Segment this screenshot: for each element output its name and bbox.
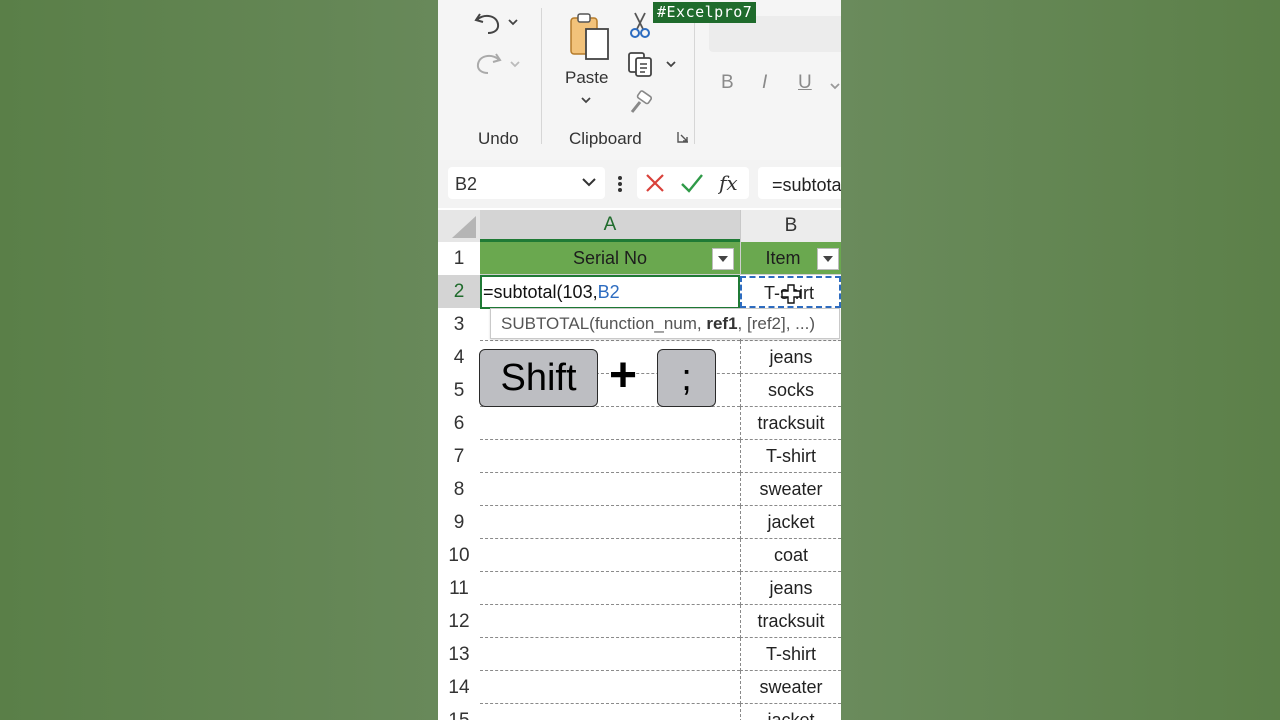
underline-button[interactable]: U [798, 72, 812, 94]
row-header-11[interactable]: 11 [438, 572, 480, 605]
formula-reference: B2 [597, 282, 620, 302]
svg-text:fx: fx [718, 171, 738, 195]
row-header-13[interactable]: 13 [438, 638, 480, 671]
cell-a13[interactable] [480, 638, 740, 671]
cell-b6[interactable]: tracksuit [740, 407, 841, 440]
redo-icon[interactable] [472, 48, 504, 78]
cell-b12[interactable]: tracksuit [740, 605, 841, 638]
row-header-1[interactable]: 1 [438, 242, 480, 275]
function-tooltip[interactable]: SUBTOTAL(function_num, ref1, [ref2], ...… [490, 308, 840, 339]
active-cell-formula: =subtotal(103,B2 [483, 282, 620, 303]
row-header-14[interactable]: 14 [438, 671, 480, 704]
column-header-b[interactable]: B [740, 210, 841, 242]
formula-input[interactable]: =subtotal [758, 167, 841, 199]
cell-b5[interactable]: socks [740, 374, 841, 407]
chevron-down-icon[interactable] [581, 175, 597, 194]
name-box[interactable]: B2 [448, 167, 605, 199]
cut-icon[interactable] [626, 10, 654, 40]
cell-b13[interactable]: T-shirt [740, 638, 841, 671]
italic-button[interactable]: I [762, 72, 767, 94]
cell-b8[interactable]: sweater [740, 473, 841, 506]
spreadsheet-grid: A B 1 2 3 4 jeans 5 socks 6 tracksuit 7 T-shirt 8 sw… [438, 210, 841, 720]
filter-dropdown-icon[interactable] [712, 248, 734, 270]
row-header-8[interactable]: 8 [438, 473, 480, 506]
header-cell-item[interactable]: Item [740, 242, 841, 275]
ribbon-separator [694, 8, 695, 144]
filter-dropdown-icon[interactable] [817, 248, 839, 270]
cell-b10[interactable]: coat [740, 539, 841, 572]
row-header-7[interactable]: 7 [438, 440, 480, 473]
row-header-5[interactable]: 5 [438, 374, 480, 407]
cell-a8[interactable] [480, 473, 740, 506]
cell-b4[interactable]: jeans [740, 341, 841, 374]
name-box-value: B2 [455, 174, 478, 194]
copy-icon[interactable] [624, 48, 656, 80]
background-left [0, 0, 438, 720]
header-serial-no-label: Serial No [572, 247, 648, 268]
header-cell-serial-no[interactable]: Serial No [480, 242, 740, 275]
header-item-label: Item [765, 247, 801, 268]
formula-prefix: =subtotal(103, [483, 282, 598, 302]
ribbon-separator [541, 8, 542, 144]
enter-check-icon[interactable] [679, 171, 705, 195]
cell-b7[interactable]: T-shirt [740, 440, 841, 473]
copy-dropdown-icon[interactable] [664, 56, 678, 72]
redo-dropdown-icon[interactable] [508, 56, 522, 72]
row-header-10[interactable]: 10 [438, 539, 480, 572]
more-options-icon[interactable] [614, 172, 626, 196]
cell-a15[interactable] [480, 704, 740, 720]
insert-function-icon[interactable]: fx [717, 169, 745, 197]
watermark-badge: #Excelpro7 [653, 2, 757, 23]
background-right [841, 0, 1280, 720]
select-all-corner[interactable] [438, 210, 480, 242]
tooltip-rest: , [ref2], ...) [737, 314, 816, 333]
cell-a14[interactable] [480, 671, 740, 704]
active-cell-a2[interactable]: =subtotal(103,B2 [480, 275, 740, 309]
semicolon-key: ; [657, 349, 716, 407]
cell-a7[interactable] [480, 440, 740, 473]
row-header-9[interactable]: 9 [438, 506, 480, 539]
cell-a9[interactable] [480, 506, 740, 539]
cell-b9[interactable]: jacket [740, 506, 841, 539]
row-header-3[interactable]: 3 [438, 308, 480, 341]
row-header-12[interactable]: 12 [438, 605, 480, 638]
row-header-4[interactable]: 4 [438, 341, 480, 374]
underline-dropdown-icon[interactable] [829, 78, 841, 94]
formula-input-text: =subtotal [772, 175, 841, 195]
ribbon: Undo Paste Clipboard B I U #Excelpro7 [438, 0, 841, 160]
cell-b11[interactable]: jeans [740, 572, 841, 605]
tooltip-function: SUBTOTAL(function_num, [501, 314, 707, 333]
row-header-15[interactable]: 15 [438, 704, 480, 720]
plus-sign: + [609, 349, 638, 402]
cell-b14[interactable]: sweater [740, 671, 841, 704]
excel-window: Undo Paste Clipboard B I U #Excelpro7 B2… [438, 0, 841, 720]
cell-a11[interactable] [480, 572, 740, 605]
format-painter-icon[interactable] [626, 88, 656, 118]
column-header-a[interactable]: A [480, 210, 740, 242]
row-header-2[interactable]: 2 [438, 275, 480, 308]
paste-dropdown-icon[interactable] [579, 92, 593, 108]
tooltip-current-arg: ref1 [706, 314, 738, 333]
row-header-6[interactable]: 6 [438, 407, 480, 440]
shift-key: Shift [479, 349, 598, 407]
referenced-cell-b2[interactable]: T-shirt [740, 276, 841, 308]
undo-icon[interactable] [472, 8, 504, 38]
move-cursor-icon [780, 283, 802, 310]
bold-button[interactable]: B [721, 72, 734, 94]
cell-b15[interactable]: jacket [740, 704, 841, 720]
formula-bar: B2 fx =subtotal [438, 160, 841, 208]
cell-a10[interactable] [480, 539, 740, 572]
cancel-icon[interactable] [643, 171, 667, 195]
cell-a12[interactable] [480, 605, 740, 638]
dialog-launcher-icon[interactable] [676, 130, 690, 144]
cell-a6[interactable] [480, 407, 740, 440]
undo-group-label: Undo [478, 129, 519, 148]
paste-icon[interactable] [566, 10, 614, 62]
undo-dropdown-icon[interactable] [506, 14, 520, 30]
formula-actions: fx [637, 167, 749, 199]
paste-button[interactable]: Paste [565, 68, 608, 88]
clipboard-group-label: Clipboard [569, 129, 642, 148]
